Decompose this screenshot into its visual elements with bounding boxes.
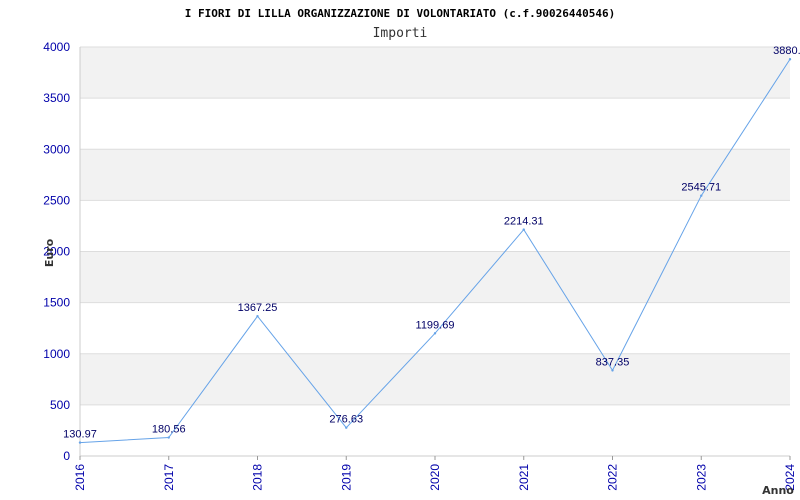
plot-band xyxy=(80,200,790,252)
x-axis-title: Anno xyxy=(762,484,794,497)
plot-band xyxy=(80,353,790,405)
data-point xyxy=(167,436,170,439)
y-tick-label: 500 xyxy=(50,398,70,412)
data-point xyxy=(788,58,792,61)
y-tick-label: 2500 xyxy=(43,193,70,207)
chart-title: I FIORI DI LILLA ORGANIZZAZIONE DI VOLON… xyxy=(185,7,615,20)
data-label: 1199.69 xyxy=(416,319,455,331)
data-point xyxy=(256,314,259,318)
data-label: 1367.25 xyxy=(238,302,278,314)
data-point xyxy=(78,441,82,444)
x-tick-label: 2018 xyxy=(251,464,265,491)
y-tick-label: 0 xyxy=(63,449,70,463)
x-tick-label: 2021 xyxy=(517,464,531,491)
data-point xyxy=(611,369,614,372)
data-label: 2545.71 xyxy=(681,182,721,194)
plot-band xyxy=(80,47,790,99)
x-tick-label: 2019 xyxy=(339,464,353,491)
data-label: 2214.31 xyxy=(504,216,544,228)
x-tick-label: 2023 xyxy=(694,464,708,491)
x-axis-ticks: 2016 2017 2018 2019 2020 2021 2022 2023 2024 xyxy=(73,456,797,491)
x-tick-label: 2020 xyxy=(428,464,442,491)
y-axis-title: Euro xyxy=(43,238,56,267)
x-tick-label: 2017 xyxy=(162,464,176,491)
chart-subtitle: Importi xyxy=(373,26,428,41)
y-tick-label: 1500 xyxy=(43,296,70,310)
data-point xyxy=(700,194,703,197)
y-tick-label: 3000 xyxy=(43,142,70,156)
x-tick-label: 2016 xyxy=(73,464,87,491)
plot-band xyxy=(80,98,790,150)
data-label: 180.56 xyxy=(152,424,186,436)
x-tick-label: 2022 xyxy=(606,464,620,491)
y-tick-label: 4000 xyxy=(43,40,70,54)
data-label: 130.97 xyxy=(63,429,97,441)
data-point xyxy=(433,332,437,335)
line-chart: I FIORI DI LILLA ORGANIZZAZIONE DI VOLON… xyxy=(43,7,800,497)
data-label: 276.63 xyxy=(329,414,363,426)
data-label: 837.35 xyxy=(596,356,630,368)
data-point xyxy=(345,426,348,429)
data-point xyxy=(522,228,525,231)
y-tick-label: 3500 xyxy=(43,91,70,105)
y-tick-label: 1000 xyxy=(43,347,70,361)
data-label: 3880.2 xyxy=(773,45,800,57)
plot-band xyxy=(80,251,790,303)
